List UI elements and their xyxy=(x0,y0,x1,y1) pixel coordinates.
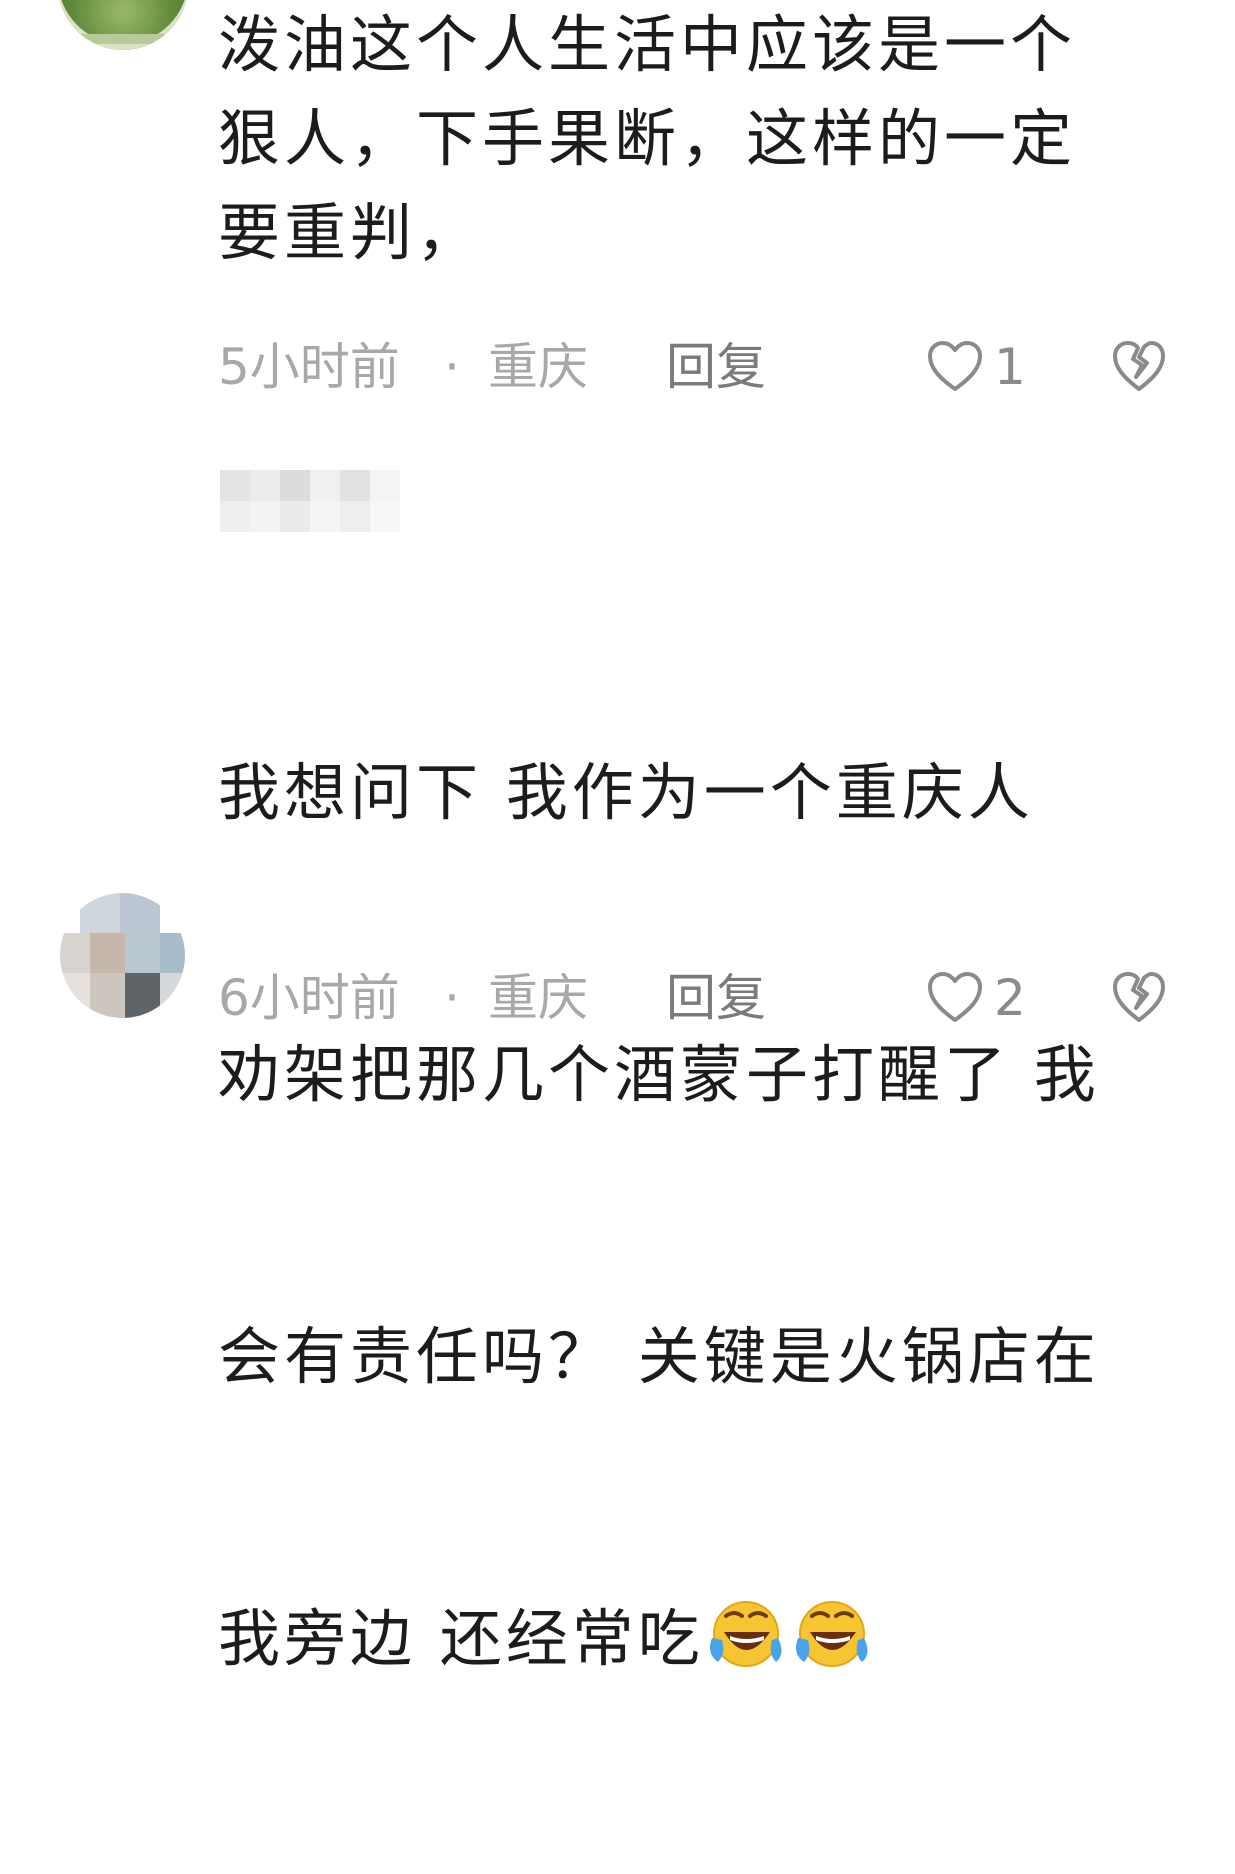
heart-outline-icon[interactable] xyxy=(926,339,984,395)
meta-separator: · xyxy=(444,969,460,1027)
comment-line: 会有责任吗？ 关键是火锅店在 xyxy=(218,1320,1100,1393)
comment-text: 泼油这个人生活中应该是一个 狠人，下手果断，这样的一定 要重判， xyxy=(218,8,1077,269)
comment-time: 6小时前 xyxy=(218,969,400,1027)
comment-text: 我想问下 我作为一个重庆人 劝架把那几个酒蒙子打醒了 我 会有责任吗？ 关键是火… xyxy=(218,558,1208,1874)
username-blurred[interactable] xyxy=(220,470,400,532)
broken-heart-icon[interactable] xyxy=(1111,970,1167,1026)
rolling-laughing-emoji-icon xyxy=(795,1601,868,1667)
meta-separator: · xyxy=(444,338,460,396)
comment-line: 我旁边 还经常吃 xyxy=(218,1592,1208,1686)
comment-meta: 5小时前 · 重庆 回复 1 xyxy=(218,337,1198,397)
heart-outline-icon[interactable] xyxy=(926,970,984,1026)
comment-item: 泼油这个人生活中应该是一个 狠人，下手果断，这样的一定 要重判， 5小时前 · … xyxy=(0,0,1235,420)
comment-time: 5小时前 xyxy=(218,338,400,396)
avatar[interactable] xyxy=(58,0,188,50)
comment-location: 重庆 xyxy=(488,969,588,1027)
like-count: 2 xyxy=(994,969,1026,1027)
comment-line: 我想问下 我作为一个重庆人 xyxy=(218,756,1034,829)
broken-heart-icon[interactable] xyxy=(1111,339,1167,395)
comment-line: 劝架把那几个酒蒙子打醒了 我 xyxy=(218,1038,1100,1111)
reply-button[interactable]: 回复 xyxy=(666,337,766,397)
rolling-laughing-emoji-icon xyxy=(709,1601,782,1667)
comment-location: 重庆 xyxy=(488,338,588,396)
comment-meta: 6小时前 · 重庆 回复 2 xyxy=(218,968,1198,1028)
avatar[interactable] xyxy=(60,893,185,1018)
comment-line-text: 我旁边 还经常吃 xyxy=(218,1602,704,1675)
reply-button[interactable]: 回复 xyxy=(666,968,766,1028)
comment-item: 我想问下 我作为一个重庆人 劝架把那几个酒蒙子打醒了 我 会有责任吗？ 关键是火… xyxy=(0,440,1235,1675)
like-count: 1 xyxy=(994,338,1026,396)
